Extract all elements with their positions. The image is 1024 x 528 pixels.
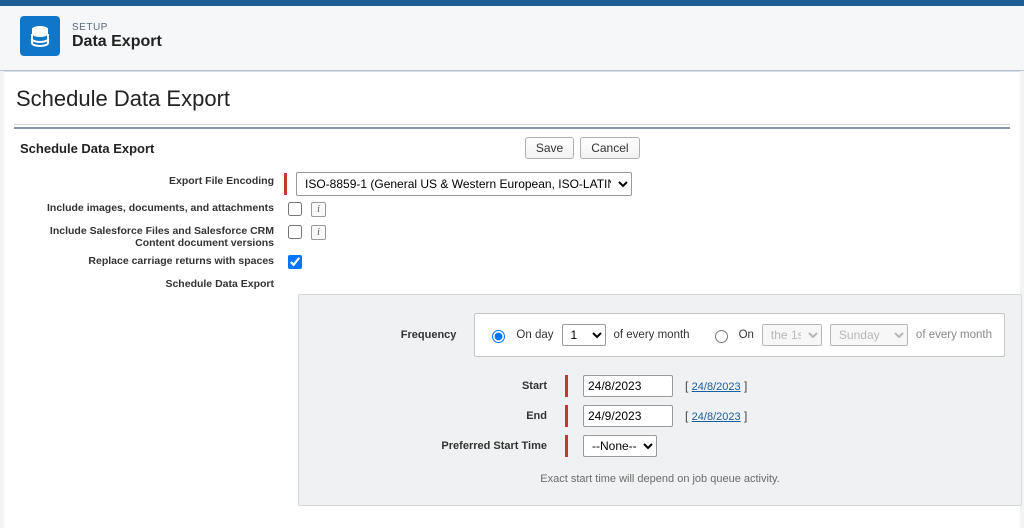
app-header: SETUP Data Export (0, 6, 1024, 71)
page-body: Schedule Data Export Schedule Data Expor… (4, 71, 1020, 528)
ordinal-select[interactable]: the 1st (762, 324, 822, 346)
row-schedule-label: Schedule Data Export (20, 275, 1004, 290)
app-title: Data Export (72, 33, 162, 51)
end-hint-wrap: [ 24/8/2023 ] (685, 409, 747, 423)
row-include-images: Include images, documents, and attachmen… (20, 199, 1004, 219)
frequency-box: On day 1 of every month On the 1st Sunda… (474, 313, 1005, 357)
freq-onweek-radio[interactable] (715, 330, 728, 343)
info-icon[interactable]: i (311, 202, 326, 217)
info-icon[interactable]: i (311, 225, 326, 240)
start-date-input[interactable] (583, 375, 673, 397)
required-indicator (565, 435, 568, 457)
required-indicator (565, 405, 568, 427)
cancel-button[interactable]: Cancel (580, 137, 639, 159)
freq-of-month-2: of every month (916, 329, 992, 341)
top-button-row: Save Cancel (525, 137, 640, 159)
data-export-icon (20, 16, 60, 56)
row-end: End [ 24/8/2023 ] (315, 405, 1005, 427)
start-time-note: Exact start time will depend on job queu… (315, 473, 1005, 485)
end-date-link[interactable]: 24/8/2023 (692, 411, 741, 423)
freq-on-text: On (739, 329, 754, 341)
label-end: End (315, 410, 565, 422)
label-include-images: Include images, documents, and attachmen… (20, 199, 284, 214)
freq-onday-text: On day (516, 329, 553, 341)
weekday-select[interactable]: Sunday (830, 324, 908, 346)
encoding-select[interactable]: ISO-8859-1 (General US & Western Europea… (296, 172, 632, 196)
label-schedule: Schedule Data Export (20, 275, 284, 290)
start-time-select[interactable]: --None-- (583, 435, 657, 457)
label-frequency: Frequency (315, 329, 474, 341)
required-indicator (284, 173, 287, 195)
freq-of-month: of every month (614, 329, 690, 341)
app-eyebrow: SETUP (72, 22, 162, 33)
row-start: Start [ 24/8/2023 ] (315, 375, 1005, 397)
section-title: Schedule Data Export (20, 141, 154, 156)
row-frequency: Frequency On day 1 of every month On the… (315, 313, 1005, 357)
start-hint-wrap: [ 24/8/2023 ] (685, 379, 747, 393)
replace-cr-checkbox[interactable] (288, 255, 302, 269)
required-indicator (565, 375, 568, 397)
label-start: Start (315, 380, 565, 392)
viewport: SETUP Data Export Schedule Data Export S… (0, 0, 1024, 528)
label-include-files: Include Salesforce Files and Salesforce … (20, 222, 284, 249)
include-images-checkbox[interactable] (288, 202, 302, 216)
section-header: Schedule Data Export Save Cancel (14, 129, 1010, 165)
label-start-time: Preferred Start Time (315, 440, 565, 452)
page-title: Schedule Data Export (14, 82, 1010, 124)
end-date-input[interactable] (583, 405, 673, 427)
row-start-time: Preferred Start Time --None-- (315, 435, 1005, 457)
row-include-files: Include Salesforce Files and Salesforce … (20, 222, 1004, 249)
start-date-link[interactable]: 24/8/2023 (692, 381, 741, 393)
schedule-panel: Frequency On day 1 of every month On the… (298, 294, 1022, 506)
form-area: Export File Encoding ISO-8859-1 (General… (14, 165, 1010, 528)
divider (14, 124, 1010, 125)
include-files-checkbox[interactable] (288, 225, 302, 239)
day-select[interactable]: 1 (562, 324, 606, 346)
label-replace-cr: Replace carriage returns with spaces (20, 252, 284, 267)
row-encoding: Export File Encoding ISO-8859-1 (General… (20, 172, 1004, 196)
save-button[interactable]: Save (525, 137, 574, 159)
label-encoding: Export File Encoding (20, 172, 284, 187)
row-replace-cr: Replace carriage returns with spaces (20, 252, 1004, 272)
freq-onday-radio[interactable] (492, 330, 505, 343)
